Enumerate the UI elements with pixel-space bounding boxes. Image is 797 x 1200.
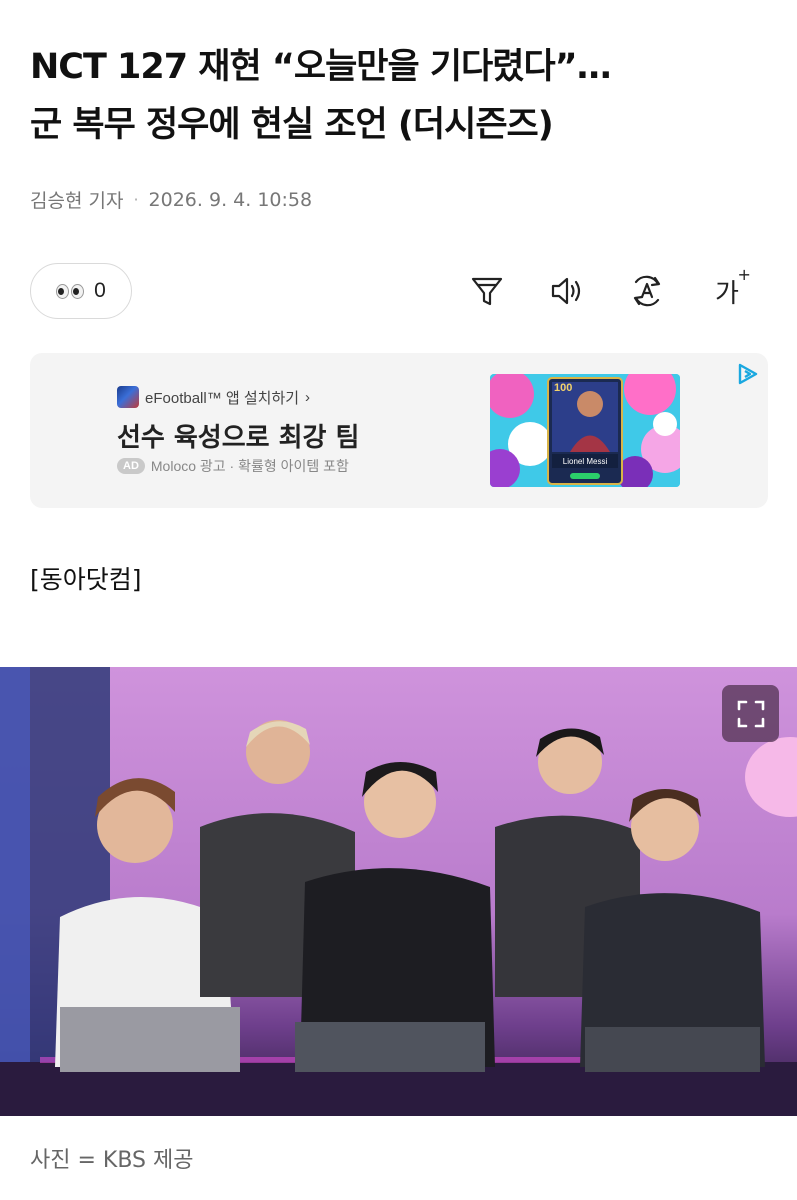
font-size-plus: +	[737, 264, 751, 284]
article-byline: 김승현 기자 · 2026. 9. 4. 10:58	[30, 186, 312, 213]
app-icon	[117, 386, 139, 408]
byline-separator: ·	[133, 190, 139, 209]
ad-source-label: eFootball™ 앱 설치하기	[145, 389, 300, 407]
card-rating: 100	[554, 382, 572, 394]
headline-line-2: 군 복무 정우에 현실 조언 (더시즌즈)	[30, 105, 554, 145]
reaction-count: 0	[94, 279, 106, 302]
card-player: Lionel Messi	[563, 457, 608, 466]
auto-translate-icon	[633, 275, 661, 307]
expand-fullscreen-icon	[737, 700, 764, 727]
eye-right	[71, 283, 85, 299]
speaker-icon	[551, 277, 581, 305]
author-name[interactable]: 김승현 기자	[30, 186, 123, 213]
ad-meta: AD Moloco 광고 · 확률형 아이템 포함	[117, 456, 349, 476]
ad-artwork: 100 Lionel Messi	[490, 374, 680, 487]
translate-button[interactable]	[607, 268, 687, 314]
ad-badge: AD	[117, 458, 145, 474]
ad-source-link[interactable]: eFootball™ 앱 설치하기 ›	[117, 386, 310, 408]
headline-line-1: NCT 127 재현 “오늘만을 기다렸다”…	[30, 47, 612, 87]
ad-choices-icon[interactable]	[734, 361, 760, 387]
expand-button[interactable]	[722, 685, 779, 742]
publish-datetime: 2026. 9. 4. 10:58	[148, 188, 313, 211]
font-size-icon: 가 +	[715, 265, 751, 310]
reaction-button[interactable]: 0	[30, 263, 132, 319]
photo-illustration	[0, 667, 797, 1116]
photo-caption: 사진 = KBS 제공	[30, 1148, 194, 1173]
font-size-button[interactable]: 가 +	[687, 265, 767, 314]
eyes-emoji-icon	[56, 283, 85, 299]
ad-banner[interactable]: eFootball™ 앱 설치하기 › 선수 육성으로 최강 팀 AD Molo…	[30, 353, 768, 508]
ad-title[interactable]: 선수 육성으로 최강 팀	[117, 417, 359, 454]
funnel-filter-icon	[471, 277, 503, 306]
chevron-right-icon: ›	[305, 388, 311, 406]
source-tag: [동아닷컴]	[30, 565, 142, 594]
font-size-label: 가	[715, 278, 739, 309]
article-toolbar: 가 +	[447, 265, 767, 314]
ad-image[interactable]: 100 Lionel Messi	[490, 374, 680, 487]
article-headline: NCT 127 재현 “오늘만을 기다렸다”… 군 복무 정우에 현실 조언 (…	[30, 38, 770, 154]
filter-button[interactable]	[447, 268, 527, 314]
article-photo[interactable]	[0, 667, 797, 1116]
audio-button[interactable]	[527, 268, 607, 314]
eye-left	[56, 283, 70, 299]
ad-meta-text: Moloco 광고 · 확률형 아이템 포함	[150, 458, 349, 474]
